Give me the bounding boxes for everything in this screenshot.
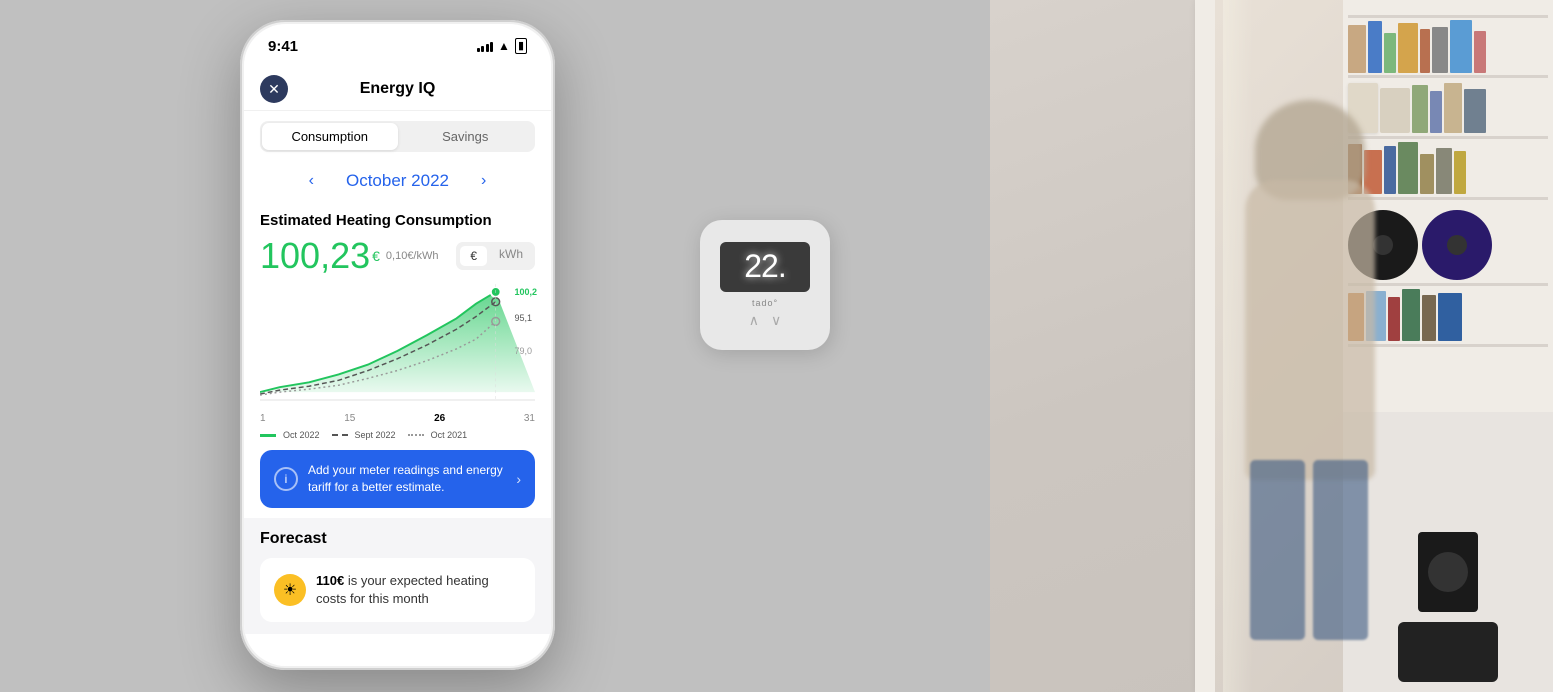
wifi-icon: ▲ (498, 39, 510, 53)
x-label-4: 31 (524, 413, 535, 424)
tab-selector[interactable]: Consumption Savings (260, 121, 535, 152)
next-month-button[interactable]: › (473, 168, 494, 194)
thermostat-up-btn[interactable]: ∧ (749, 312, 759, 329)
close-button[interactable]: ✕ (260, 75, 288, 103)
month-navigation: ‹ October 2022 › (244, 162, 551, 200)
consumption-label: Estimated Heating Consumption (260, 212, 535, 229)
forecast-amount: 110€ (316, 573, 344, 588)
chart-value-labels: 100,2 95,1 79,0 (514, 285, 537, 358)
phone-inner: 9:41 ▲ ▮ (244, 24, 551, 666)
phone-screen: 9:41 ▲ ▮ (244, 24, 551, 666)
thermostat-down-btn[interactable]: ∨ (771, 312, 781, 329)
consumption-rate: 0,10€/kWh (386, 250, 439, 262)
thermostat-display: 22. (720, 242, 810, 292)
thermostat-device: 22. tado° ∧ ∨ (700, 220, 830, 350)
prev-month-button[interactable]: ‹ (301, 168, 322, 194)
phone-outer: 9:41 ▲ ▮ (240, 20, 555, 670)
info-icon: i (274, 467, 298, 491)
thermostat-controls: ∧ ∨ (749, 312, 782, 329)
current-month: October 2022 (346, 171, 449, 191)
x-label-3: 26 (434, 413, 445, 424)
status-bar: 9:41 ▲ ▮ (244, 24, 551, 68)
consumption-value-row: 100,23 € 0,10€/kWh € kWh (260, 235, 535, 277)
legend-oct2022: Oct 2022 (260, 430, 320, 440)
tab-consumption[interactable]: Consumption (262, 123, 398, 150)
forecast-title: Forecast (260, 530, 535, 548)
info-banner-text: Add your meter readings and energy tarif… (308, 462, 506, 496)
battery-icon: ▮ (515, 38, 527, 54)
forecast-card: ☀ 110€ is your expected heating costs fo… (260, 558, 535, 622)
consumption-chart (260, 283, 535, 403)
app-content[interactable]: ✕ Energy IQ Consumption Savings ‹ Octobe… (244, 68, 551, 666)
forecast-text: 110€ is your expected heating costs for … (316, 572, 521, 608)
x-label-2: 15 (344, 413, 355, 424)
x-label-1: 1 (260, 413, 266, 424)
tab-savings[interactable]: Savings (398, 123, 534, 150)
info-banner-arrow[interactable]: › (516, 471, 521, 487)
consumption-currency: € (372, 248, 380, 264)
chart-value-2: 95,1 (514, 311, 537, 325)
legend-sep2022: Sept 2022 (332, 430, 396, 440)
app-title: Energy IQ (360, 80, 436, 98)
status-icons: ▲ ▮ (477, 38, 527, 54)
phone: 9:41 ▲ ▮ (240, 20, 555, 670)
legend-oct2021: Oct 2021 (408, 430, 468, 440)
consumption-section: Estimated Heating Consumption 100,23 € 0… (244, 200, 551, 277)
room-scene (990, 0, 1553, 692)
unit-toggle[interactable]: € kWh (456, 242, 535, 270)
legend-line-oct2021 (408, 434, 424, 436)
chart-x-labels: 1 15 26 31 (260, 413, 535, 426)
app-header: ✕ Energy IQ (244, 68, 551, 111)
chart-value-1: 100,2 (514, 285, 537, 299)
thermostat-brand-label: tado° (752, 298, 778, 308)
chart-legend: Oct 2022 Sept 2022 Oct 2021 (260, 430, 535, 440)
chart-area: 100,2 95,1 79,0 1 15 26 31 (244, 283, 551, 440)
info-banner[interactable]: i Add your meter readings and energy tar… (260, 450, 535, 508)
status-time: 9:41 (268, 38, 298, 55)
forecast-icon: ☀ (274, 574, 306, 606)
unit-kwh-button[interactable]: kWh (489, 244, 533, 268)
forecast-section: Forecast ☀ 110€ is your expected heating… (244, 518, 551, 634)
unit-eur-button[interactable]: € (460, 246, 487, 266)
legend-line-sep2022 (332, 434, 348, 436)
legend-line-oct2022 (260, 434, 276, 437)
signal-icon (477, 40, 494, 52)
consumption-main-value: 100,23 (260, 235, 370, 277)
chart-value-3: 79,0 (514, 344, 537, 358)
